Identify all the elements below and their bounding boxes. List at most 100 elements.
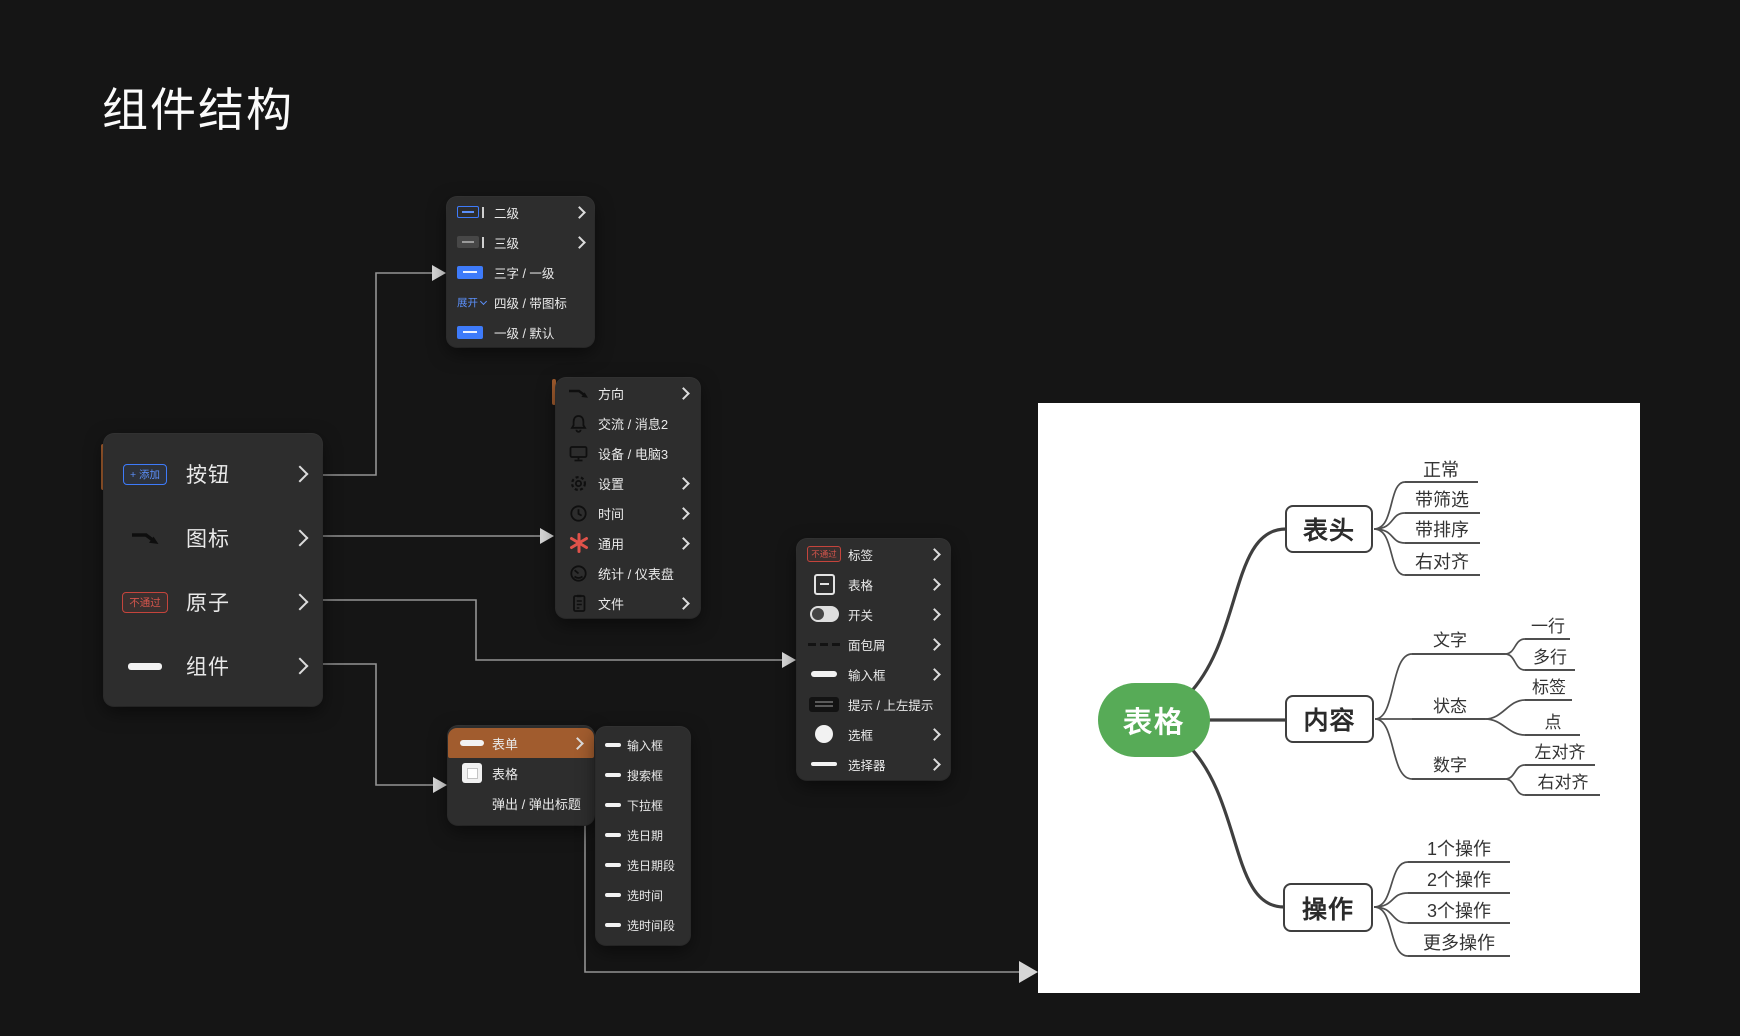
menu-item-breadcrumb[interactable]: 面包屑 bbox=[797, 629, 950, 659]
add-button-badge-icon: + 添加 bbox=[116, 464, 174, 485]
menu-item-selector[interactable]: 选择器 bbox=[797, 749, 950, 779]
mindmap-leaf[interactable]: 正常 bbox=[1423, 459, 1459, 481]
mindmap-root-node[interactable]: 表格 bbox=[1098, 683, 1210, 757]
mindmap-subgroup[interactable]: 状态 bbox=[1433, 696, 1467, 718]
menu-item-statistics[interactable]: 统计 / 仪表盘 bbox=[556, 558, 700, 588]
arrowhead-icon bbox=[1019, 961, 1038, 983]
chevron-right-icon bbox=[677, 507, 690, 520]
chevron-right-icon bbox=[292, 658, 309, 675]
menu-item-checkbox[interactable]: 选框 bbox=[797, 719, 950, 749]
mindmap-leaf[interactable]: 1个操作 bbox=[1427, 838, 1491, 860]
table-outline-icon bbox=[808, 574, 840, 595]
menu-item-label: 设备 / 电脑3 bbox=[598, 444, 688, 463]
field-dash-icon bbox=[605, 833, 621, 837]
menu-item-label: 下拉框 bbox=[627, 797, 681, 814]
mindmap-leaf[interactable]: 一行 bbox=[1531, 616, 1565, 638]
menu-item-direction[interactable]: 方向 bbox=[556, 378, 700, 408]
mindmap-leaf[interactable]: 标签 bbox=[1532, 677, 1566, 699]
icon-category-menu: 方向 交流 / 消息2 设备 / 电脑3 设置 时间 bbox=[556, 378, 700, 618]
fail-tag-badge-icon: 不通过 bbox=[808, 546, 840, 562]
menu-item-table[interactable]: 表格 bbox=[448, 758, 594, 788]
chevron-right-icon bbox=[928, 608, 941, 621]
menu-item-date-picker[interactable]: 选日期 bbox=[596, 820, 690, 850]
mindmap-leaf[interactable]: 点 bbox=[1545, 712, 1562, 734]
menu-item-label: 标签 bbox=[848, 545, 916, 564]
menu-item-file[interactable]: 文件 bbox=[556, 588, 700, 618]
menu-item-button[interactable]: + 添加 按钮 bbox=[104, 442, 322, 506]
chevron-right-icon bbox=[677, 597, 690, 610]
button-level-menu: 二级 三级 三字 / 一级 展开 四级 / 带图标 一级 / 默认 bbox=[447, 197, 594, 347]
menu-item-input[interactable]: 输入框 bbox=[797, 659, 950, 689]
chevron-right-icon bbox=[573, 206, 586, 219]
mindmap-branch-actions[interactable]: 操作 bbox=[1283, 883, 1373, 932]
menu-item-level3[interactable]: 三级 bbox=[447, 227, 594, 257]
clock-icon bbox=[568, 504, 589, 523]
mindmap-leaf[interactable]: 右对齐 bbox=[1415, 551, 1469, 573]
menu-item-table[interactable]: 表格 bbox=[797, 569, 950, 599]
menu-item-general[interactable]: 通用 bbox=[556, 528, 700, 558]
menu-item-popup[interactable]: 弹出 / 弹出标题 bbox=[448, 788, 594, 818]
component-type-menu: 表单 表格 弹出 / 弹出标题 bbox=[448, 726, 594, 825]
arrowhead-icon bbox=[782, 652, 796, 668]
menu-item-message[interactable]: 交流 / 消息2 bbox=[556, 408, 700, 438]
menu-item-text-level1[interactable]: 三字 / 一级 bbox=[447, 257, 594, 287]
menu-item-label: 交流 / 消息2 bbox=[598, 414, 688, 433]
menu-item-label: 三级 bbox=[494, 233, 564, 252]
menu-item-search-box[interactable]: 搜索框 bbox=[596, 760, 690, 790]
monitor-icon bbox=[568, 445, 589, 462]
gauge-icon bbox=[568, 564, 589, 583]
menu-item-tag[interactable]: 不通过 标签 bbox=[797, 539, 950, 569]
mindmap-leaf[interactable]: 多行 bbox=[1533, 647, 1567, 669]
expand-link-label: 展开 bbox=[457, 295, 478, 310]
mindmap-branch-header[interactable]: 表头 bbox=[1285, 505, 1373, 553]
menu-item-time-picker[interactable]: 选时间 bbox=[596, 880, 690, 910]
chevron-right-icon bbox=[928, 638, 941, 651]
menu-item-date-range-picker[interactable]: 选日期段 bbox=[596, 850, 690, 880]
mindmap-leaf[interactable]: 3个操作 bbox=[1427, 900, 1491, 922]
menu-item-switch[interactable]: 开关 bbox=[797, 599, 950, 629]
atom-components-menu: 不通过 标签 表格 开关 面包屑 输入框 提示 / 上左提示 bbox=[797, 539, 950, 780]
menu-item-dropdown[interactable]: 下拉框 bbox=[596, 790, 690, 820]
menu-item-level2[interactable]: 二级 bbox=[447, 197, 594, 227]
gear-icon bbox=[568, 474, 589, 493]
menu-item-device[interactable]: 设备 / 电脑3 bbox=[556, 438, 700, 468]
mindmap-leaf[interactable]: 带筛选 bbox=[1415, 489, 1469, 511]
toggle-switch-icon bbox=[808, 606, 840, 622]
mindmap-branch-content[interactable]: 内容 bbox=[1285, 695, 1374, 743]
fail-tag-badge-icon: 不通过 bbox=[116, 592, 174, 613]
field-dash-icon bbox=[605, 743, 621, 747]
menu-item-label: 搜索框 bbox=[627, 767, 681, 784]
menu-item-label: 表格 bbox=[848, 575, 916, 594]
menu-item-time[interactable]: 时间 bbox=[556, 498, 700, 528]
menu-item-label: 一级 / 默认 bbox=[494, 323, 584, 342]
menu-item-label: 面包屑 bbox=[848, 635, 916, 654]
menu-item-icon[interactable]: 图标 bbox=[104, 506, 322, 570]
mindmap-leaf[interactable]: 带排序 bbox=[1415, 519, 1469, 541]
primary-button-icon bbox=[457, 266, 489, 279]
mindmap-subgroup[interactable]: 数字 bbox=[1433, 755, 1467, 777]
menu-item-level4-with-icon[interactable]: 展开 四级 / 带图标 bbox=[447, 287, 594, 317]
menu-item-label: 弹出 / 弹出标题 bbox=[492, 794, 582, 813]
menu-item-settings[interactable]: 设置 bbox=[556, 468, 700, 498]
mindmap-subgroup[interactable]: 文字 bbox=[1433, 630, 1467, 652]
mindmap-leaf[interactable]: 2个操作 bbox=[1427, 869, 1491, 891]
circle-icon bbox=[808, 725, 840, 743]
chevron-right-icon bbox=[292, 530, 309, 547]
menu-item-label: 原子 bbox=[186, 587, 276, 617]
mindmap-leaf[interactable]: 左对齐 bbox=[1535, 742, 1586, 764]
menu-item-form-selected[interactable]: 表单 bbox=[448, 728, 594, 758]
menu-item-input-box[interactable]: 输入框 bbox=[596, 730, 690, 760]
menu-item-atom[interactable]: 不通过 原子 bbox=[104, 570, 322, 634]
menu-item-label: 表格 bbox=[492, 764, 582, 783]
menu-item-tooltip[interactable]: 提示 / 上左提示 bbox=[797, 689, 950, 719]
mindmap-leaf[interactable]: 更多操作 bbox=[1423, 932, 1495, 954]
menu-item-level1-default[interactable]: 一级 / 默认 bbox=[447, 317, 594, 347]
menu-item-label: 二级 bbox=[494, 203, 564, 222]
tooltip-icon bbox=[808, 697, 840, 712]
mindmap-leaf[interactable]: 右对齐 bbox=[1538, 772, 1589, 794]
menu-item-label: 统计 / 仪表盘 bbox=[598, 564, 688, 583]
bell-icon bbox=[568, 414, 589, 433]
menu-item-label: 方向 bbox=[598, 384, 664, 403]
menu-item-time-range-picker[interactable]: 选时间段 bbox=[596, 910, 690, 940]
menu-item-component[interactable]: 组件 bbox=[104, 634, 322, 698]
